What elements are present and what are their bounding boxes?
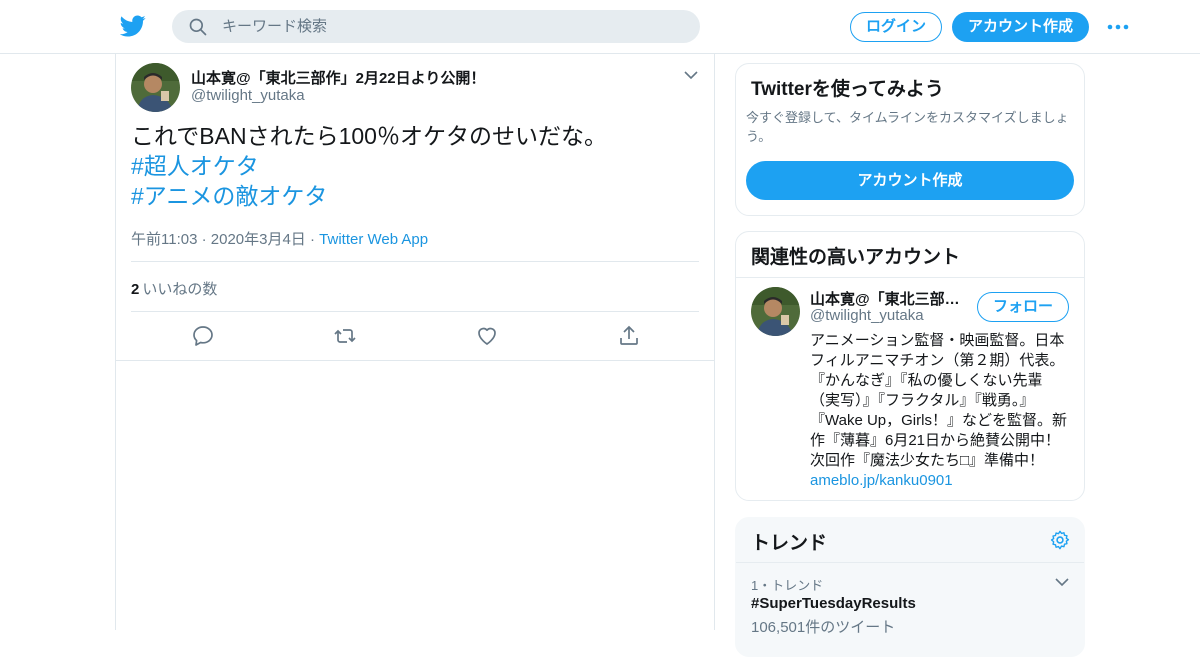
signup-card-title: Twitterを使ってみよう [751,79,944,100]
trends-title: トレンド [751,533,828,554]
top-navigation-bar: ログイン アカウント作成 [0,0,1200,54]
gear-icon[interactable] [1049,529,1071,551]
tweet-text: これでBANされたら100％オケタのせいだな。 #超人オケタ #アニメの敵オケタ [131,121,691,211]
author-name[interactable]: 山本寛@「東北三部作」2月22日より公開！ [191,67,485,88]
related-card-title: 関連性の高いアカウント [751,247,961,268]
divider [736,562,1084,563]
divider [736,277,1084,278]
divider [131,261,699,262]
avatar-photo [131,63,180,112]
create-account-button[interactable]: アカウント作成 [746,161,1074,200]
divider [131,311,699,312]
tweet: 山本寛@「東北三部作」2月22日より公開！ @twilight_yutaka こ… [116,54,714,361]
search-icon [189,18,207,36]
hashtag-link[interactable]: #アニメの敵オケタ [131,181,691,211]
related-accounts-card: 関連性の高いアカウント 山本寛@「東北三部作」2月22日より公開！ @twili… [735,231,1085,501]
related-account-avatar[interactable] [751,287,800,336]
bio-link[interactable]: ameblo.jp/kanku0901 [810,471,1072,491]
author-avatar[interactable] [131,63,180,112]
author-handle[interactable]: @twilight_yutaka [191,87,305,104]
avatar-photo [751,287,800,336]
like-heart-icon[interactable] [475,324,499,348]
related-account-name[interactable]: 山本寛@「東北三部作」2月22日より公開！ [810,288,966,309]
twitter-bird-logo-icon[interactable] [120,13,146,39]
tweet-timestamp[interactable]: 午前11:03 · 2020年3月4日 · [131,231,315,248]
like-count-label: いいねの数 [142,281,218,298]
retweet-icon[interactable] [333,324,357,348]
bio-text: アニメーション監督・映画監督。日本フィルアニマチオン（第２期）代表。『かんなぎ』… [810,332,1067,469]
chevron-down-icon[interactable] [683,68,699,82]
trends-card: トレンド 1・トレンド #SuperTuesdayResults 106,501… [735,517,1085,657]
tweet-source[interactable]: Twitter Web App [319,231,428,248]
signup-button[interactable]: アカウント作成 [952,12,1089,42]
search-box[interactable] [172,10,700,43]
like-count: 2 [131,281,140,298]
related-account-handle[interactable]: @twilight_yutaka [810,307,924,324]
tweet-meta: 午前11:03 · 2020年3月4日 · Twitter Web App [131,228,428,249]
chevron-down-icon[interactable] [1054,575,1070,589]
signup-prompt-card: Twitterを使ってみよう 今すぐ登録して、タイムラインをカスタマイズしましょ… [735,63,1085,216]
tweet-actions [191,324,661,348]
hashtag-link[interactable]: #超人オケタ [131,151,691,181]
trend-name[interactable]: #SuperTuesdayResults [751,595,916,612]
trend-rank: 1・トレンド [751,578,824,593]
signup-card-description: 今すぐ登録して、タイムラインをカスタマイズしましょう。 [746,110,1069,144]
follow-button[interactable]: フォロー [977,292,1069,322]
share-icon[interactable] [617,324,641,348]
trend-tweet-count: 106,501件のツイート [751,619,896,636]
main-timeline-column: 山本寛@「東北三部作」2月22日より公開！ @twilight_yutaka こ… [115,54,715,630]
tweet-body: これでBANされたら100％オケタのせいだな。 [131,123,607,149]
reply-icon[interactable] [191,324,215,348]
like-stats[interactable]: 2 いいねの数 [131,278,217,299]
more-options-icon[interactable] [1106,18,1130,36]
related-account-bio: アニメーション監督・映画監督。日本フィルアニマチオン（第２期）代表。『かんなぎ』… [810,331,1072,491]
search-input[interactable] [222,10,682,43]
login-button[interactable]: ログイン [850,12,942,42]
